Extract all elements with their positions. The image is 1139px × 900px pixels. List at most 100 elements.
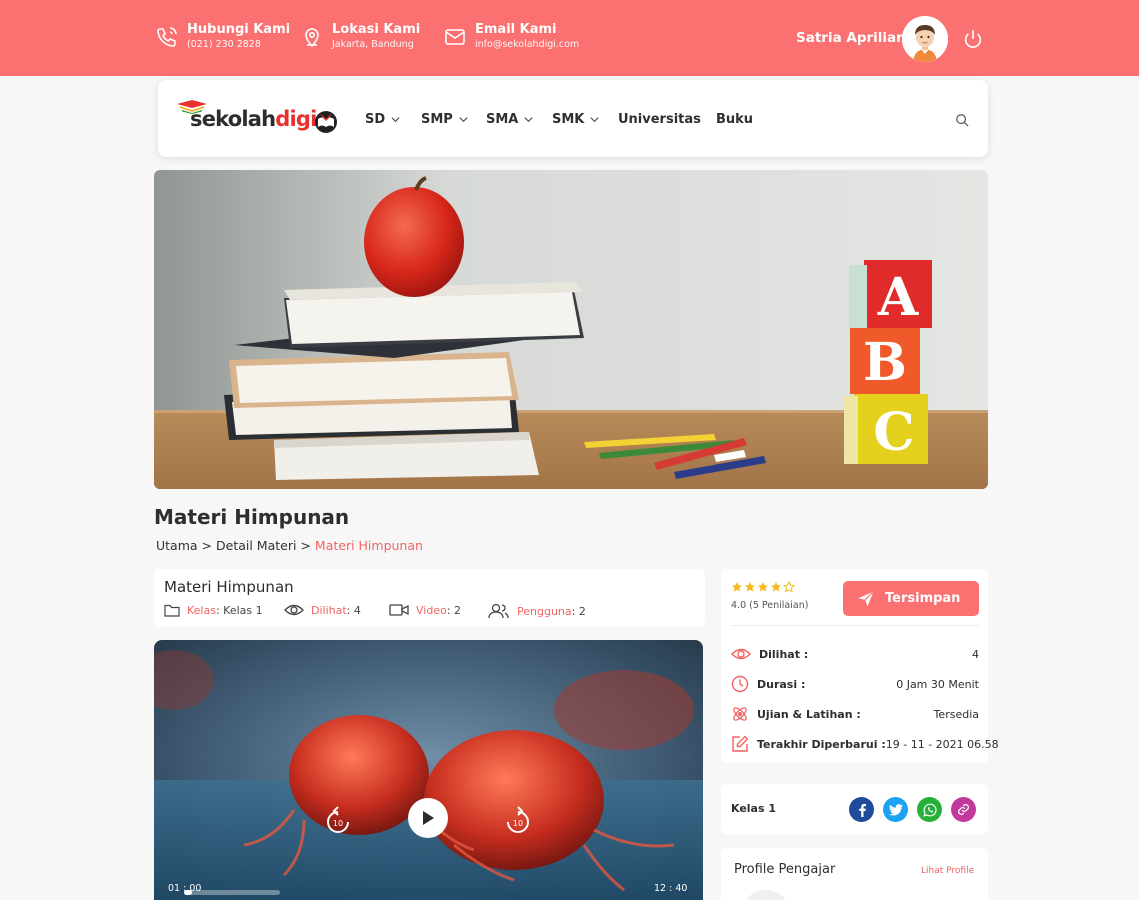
stat-durasi: Durasi : 0 Jam 30 Menit	[731, 674, 979, 694]
meta-dilihat-label: Dilihat	[311, 603, 347, 617]
copy-link-button[interactable]	[951, 797, 976, 822]
forward-10-icon[interactable]: 10	[505, 804, 531, 834]
contact-phone-title: Hubungi Kami	[187, 22, 291, 37]
play-button[interactable]	[408, 798, 448, 838]
breadcrumb-separator: >	[201, 538, 213, 553]
meta-kelas-label: Kelas	[187, 603, 216, 617]
nav-item-smk[interactable]: SMK	[552, 112, 600, 127]
meta-dilihat: Dilihat : 4	[284, 603, 361, 617]
atom-icon	[733, 707, 747, 721]
view-profile-link[interactable]: Lihat Profile	[921, 866, 974, 876]
logo-text-sekolah: sekolah	[190, 107, 276, 131]
contact-phone-detail: (021) 230 2828	[187, 39, 261, 50]
teacher-profile-card: Profile Pengajar Lihat Profile	[721, 848, 988, 900]
contact-email-title: Email Kami	[475, 22, 557, 37]
meta-video-value: : 2	[446, 603, 462, 617]
contact-location[interactable]: Lokasi Kami Jakarta, Bandung	[300, 22, 420, 51]
nav-item-buku[interactable]: Buku	[716, 112, 753, 127]
svg-text:B: B	[863, 332, 907, 393]
top-contact-bar: Hubungi Kami (021) 230 2828 Lokasi Kami …	[0, 0, 1139, 76]
logo-text: sekolahdigi	[190, 107, 317, 131]
edit-icon	[732, 735, 749, 752]
star-filled-icon	[732, 582, 742, 592]
teacher-profile-title: Profile Pengajar	[734, 862, 836, 877]
facebook-icon	[858, 803, 866, 817]
facebook-share-button[interactable]	[849, 797, 874, 822]
share-card: Kelas 1	[721, 784, 988, 834]
star-empty-icon	[783, 581, 795, 593]
chevron-down-icon	[459, 117, 468, 123]
rating-text: 4.0 (5 Penilaian)	[731, 600, 809, 611]
whatsapp-share-button[interactable]	[917, 797, 942, 822]
meta-pengguna: Pengguna : 2	[488, 603, 586, 619]
stat-value: 0 Jam 30 Menit	[896, 677, 979, 691]
teacher-avatar	[741, 890, 791, 900]
video-frame-cells-illustration	[154, 640, 703, 900]
breadcrumb-separator: >	[300, 538, 311, 553]
location-pin-icon	[305, 27, 319, 47]
divider	[731, 625, 979, 626]
stat-label: Dilihat :	[759, 647, 809, 661]
contact-email[interactable]: Email Kami info@sekolahdigi.com	[443, 22, 579, 51]
hero-image: A B C	[154, 170, 988, 489]
stat-value: Tersedia	[933, 707, 979, 721]
chevron-down-icon	[590, 117, 599, 123]
site-logo[interactable]: sekolahdigi	[176, 98, 338, 138]
power-icon[interactable]	[962, 28, 984, 50]
svg-text:C: C	[873, 402, 914, 463]
nav-item-label: SD	[365, 112, 386, 127]
contact-email-detail: info@sekolahdigi.com	[475, 39, 580, 50]
nav-item-sd[interactable]: SD	[365, 112, 401, 127]
contact-location-detail: Jakarta, Bandung	[332, 39, 414, 50]
material-info-card: Materi Himpunan Kelas : Kelas 1 Dilihat …	[154, 569, 705, 627]
contact-location-title: Lokasi Kami	[332, 22, 421, 37]
twitter-icon	[888, 803, 903, 816]
share-class-label: Kelas 1	[731, 802, 777, 815]
mail-icon	[445, 28, 465, 45]
meta-pengguna-value: : 2	[571, 604, 586, 618]
nav-item-label: SMK	[552, 112, 585, 127]
nav-item-sma[interactable]: SMA	[486, 112, 534, 127]
folder-icon	[164, 604, 180, 617]
nav-item-label: SMP	[421, 112, 453, 127]
nav-item-label: Universitas	[618, 112, 701, 127]
whatsapp-icon	[922, 803, 937, 817]
clock-icon	[731, 675, 749, 693]
main-navbar: sekolahdigi SD SMP SMA SMK Universitas B…	[158, 80, 988, 157]
meta-kelas-value: : Kelas 1	[215, 603, 263, 617]
rewind-seconds: 10	[333, 819, 343, 828]
saved-button-label: Tersimpan	[885, 591, 961, 606]
meta-dilihat-value: : 4	[346, 603, 361, 617]
saved-button[interactable]: Tersimpan	[843, 581, 979, 616]
meta-video-label: Video	[416, 603, 447, 617]
star-filled-icon	[758, 582, 768, 592]
search-icon[interactable]	[955, 113, 969, 127]
avatar[interactable]	[902, 16, 948, 62]
star-filled-icon	[771, 582, 781, 592]
material-title: Materi Himpunan	[164, 578, 294, 596]
nav-item-smp[interactable]: SMP	[421, 112, 469, 127]
nav-item-label: SMA	[486, 112, 519, 127]
logo-book-icon	[315, 111, 337, 133]
twitter-share-button[interactable]	[883, 797, 908, 822]
user-name[interactable]: Satria Aprilian	[796, 30, 906, 46]
chevron-down-icon	[524, 117, 533, 123]
video-player[interactable]: 10 10 01 : 00 12 : 40	[154, 640, 703, 900]
rewind-10-icon[interactable]: 10	[325, 804, 351, 834]
contact-phone[interactable]: Hubungi Kami (021) 230 2828	[155, 22, 290, 51]
users-icon	[488, 603, 509, 619]
stat-label: Ujian & Latihan :	[757, 707, 861, 721]
nav-item-universitas[interactable]: Universitas	[618, 112, 701, 127]
stat-ujian: Ujian & Latihan : Tersedia	[731, 704, 979, 724]
books-apple-blocks-illustration: A B C	[154, 170, 988, 489]
video-current-time: 01 : 00	[168, 883, 202, 894]
breadcrumb-home[interactable]: Utama	[156, 538, 198, 553]
breadcrumb-detail[interactable]: Detail Materi	[216, 538, 296, 553]
star-filled-icon	[745, 582, 755, 592]
svg-text:A: A	[877, 267, 919, 328]
chevron-down-icon	[391, 117, 400, 123]
phone-icon	[157, 26, 177, 47]
stat-label: Terakhir Diperbarui :	[757, 737, 886, 751]
stat-label: Durasi :	[757, 677, 806, 691]
material-summary-card: 4.0 (5 Penilaian) Tersimpan Dilihat : 4 …	[721, 569, 999, 763]
